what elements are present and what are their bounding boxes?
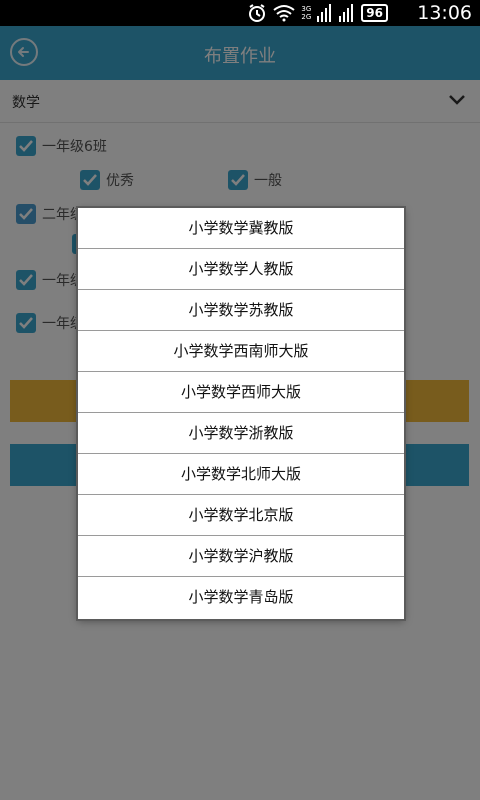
- wifi-icon: [273, 5, 296, 22]
- status-time: 13:06: [417, 2, 472, 24]
- status-icons: 3G 2G 96: [247, 3, 388, 23]
- signal-icon: [317, 4, 332, 22]
- textbook-option[interactable]: 小学数学人教版: [78, 249, 404, 290]
- textbook-option[interactable]: 小学数学北京版: [78, 495, 404, 536]
- signal-icon: [339, 4, 354, 22]
- alarm-icon: [249, 4, 266, 22]
- textbook-version-dialog: 小学数学冀教版 小学数学人教版 小学数学苏教版 小学数学西南师大版 小学数学西师…: [78, 208, 404, 619]
- textbook-option[interactable]: 小学数学青岛版: [78, 577, 404, 617]
- textbook-option[interactable]: 小学数学浙教版: [78, 413, 404, 454]
- textbook-option[interactable]: 小学数学西师大版: [78, 372, 404, 413]
- textbook-option[interactable]: 小学数学西南师大版: [78, 331, 404, 372]
- textbook-option[interactable]: 小学数学冀教版: [78, 208, 404, 249]
- status-bar: 3G 2G 96 13:06: [0, 0, 480, 26]
- network-type-label: 3G 2G: [301, 5, 312, 21]
- textbook-option[interactable]: 小学数学沪教版: [78, 536, 404, 577]
- textbook-option[interactable]: 小学数学北师大版: [78, 454, 404, 495]
- textbook-option[interactable]: 小学数学苏教版: [78, 290, 404, 331]
- battery-indicator: 96: [361, 4, 388, 22]
